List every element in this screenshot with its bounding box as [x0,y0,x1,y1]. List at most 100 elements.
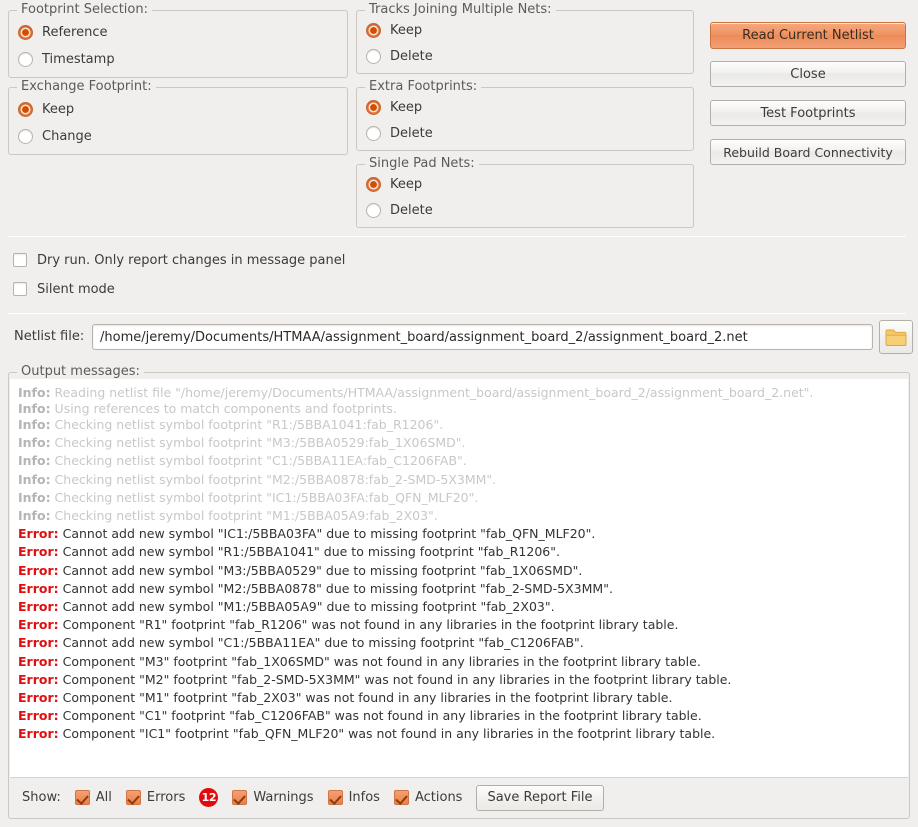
filter-errors[interactable]: Errors [125,790,185,805]
message-level: Error: [18,599,59,615]
radio-indicator [366,48,381,64]
message-text: Cannot add new symbol "M3:/5BBA0529" due… [58,562,583,578]
message-text: Checking netlist symbol footprint "M3:/5… [50,435,466,451]
message-row: Info: Checking netlist symbol footprint … [18,489,900,507]
message-text: Reading netlist file "/home/jeremy/Docum… [50,385,814,400]
message-level: Error: [18,671,59,687]
message-row: Info: Checking netlist symbol footprint … [18,471,900,489]
filter-actions[interactable]: Actions [393,790,462,805]
save-report-file-button[interactable]: Save Report File [476,784,604,811]
radio-indicator [18,24,33,40]
message-row: Info: Checking netlist symbol footprint … [18,452,900,470]
message-row: Info: Reading netlist file "/home/jeremy… [18,385,900,401]
message-level: Error: [18,635,59,651]
radio-indicator [366,125,381,141]
message-level: Error: [18,580,59,596]
netlist-file-field[interactable] [92,324,873,350]
checkbox-silent-mode[interactable]: Silent mode [13,280,115,298]
group-footprint-selection: Footprint Selection: Reference Timestamp [8,2,348,78]
message-level: Error: [18,544,59,560]
message-text: Checking netlist symbol footprint "M2:/5… [50,471,497,487]
message-row: Error: Cannot add new symbol "M1:/5BBA05… [18,598,900,616]
message-text: Component "M3" footprint "fab_1X06SMD" w… [58,653,701,669]
message-text: Component "R1" footprint "fab_R1206" was… [58,617,679,633]
radio-single-pad-nets-keep[interactable]: Keep [366,175,422,193]
message-row: Error: Cannot add new symbol "C1:/5BBA11… [18,634,900,652]
radio-indicator [18,51,33,67]
options-separator [8,313,906,314]
netlist-file-input[interactable] [98,328,867,346]
close-button[interactable]: Close [710,61,906,87]
message-level: Info: [18,489,51,505]
checkbox-dry-run[interactable]: Dry run. Only report changes in message … [13,251,345,269]
message-level: Info: [18,400,51,416]
message-row: Error: Component "R1" footprint "fab_R12… [18,616,900,634]
message-row: Error: Cannot add new symbol "M3:/5BBA05… [18,562,900,580]
radio-single-pad-nets-delete[interactable]: Delete [366,201,433,219]
message-row: Info: Checking netlist symbol footprint … [18,434,900,452]
radio-indicator [366,22,381,38]
group-extra-footprints: Extra Footprints: Keep Delete [356,79,694,151]
checkbox-indicator [232,790,248,805]
browse-netlist-button[interactable] [879,320,913,354]
filter-all[interactable]: All [74,790,112,805]
radio-tracks-joining-keep[interactable]: Keep [366,21,422,39]
message-text: Cannot add new symbol "M1:/5BBA05A9" due… [58,599,555,615]
filter-infos[interactable]: Infos [327,790,380,805]
message-text: Component "M2" footprint "fab_2-SMD-5X3M… [58,671,732,687]
filter-warnings[interactable]: Warnings [232,790,314,805]
checkbox-indicator [327,790,343,805]
message-text: Cannot add new symbol "IC1:/5BBA03FA" du… [58,526,596,542]
message-level: Info: [18,417,51,432]
message-row: Error: Cannot add new symbol "M2:/5BBA08… [18,580,900,598]
message-row: Info: Using references to match componen… [18,401,900,417]
message-level: Error: [18,617,59,633]
radio-extra-footprints-keep[interactable]: Keep [366,98,422,116]
message-row: Error: Component "C1" footprint "fab_C12… [18,707,900,725]
message-row: Error: Cannot add new symbol "IC1:/5BBA0… [18,525,900,543]
group-exchange-footprint-title: Exchange Footprint: [17,79,156,94]
message-filter-bar: Show: All Errors 12 Warnings Infos Actio [10,777,908,817]
radio-tracks-joining-delete[interactable]: Delete [366,47,433,65]
message-level: Info: [18,471,51,487]
message-level: Error: [18,726,59,742]
message-level: Info: [18,453,51,469]
radio-extra-footprints-delete[interactable]: Delete [366,124,433,142]
message-row: Error: Component "M1" footprint "fab_2X0… [18,689,900,707]
checkbox-indicator [393,790,409,805]
output-messages-panel: Output messages: Info: Reading netlist f… [8,364,910,819]
message-row: Error: Component "M2" footprint "fab_2-S… [18,671,900,689]
output-messages-title: Output messages: [17,364,144,379]
checkbox-indicator [13,253,27,267]
message-text: Using references to match components and… [50,400,397,416]
message-level: Error: [18,690,59,706]
output-messages-list[interactable]: Info: Reading netlist file "/home/jeremy… [10,379,908,777]
radio-indicator [366,176,381,192]
message-text: Component "M1" footprint "fab_2X03" was … [58,690,673,706]
group-single-pad-nets-title: Single Pad Nets: [365,156,479,171]
message-row: Info: Checking netlist symbol footprint … [18,416,900,434]
radio-exchange-footprint-change[interactable]: Change [18,127,92,145]
message-level: Info: [18,435,51,451]
message-level: Error: [18,708,59,724]
test-footprints-button[interactable]: Test Footprints [710,100,906,126]
radio-indicator [18,101,33,117]
folder-icon [885,329,907,346]
message-text: Cannot add new symbol "M2:/5BBA0878" due… [58,580,613,596]
message-row: Error: Component "M3" footprint "fab_1X0… [18,653,900,671]
radio-indicator [18,128,33,144]
group-tracks-joining-multiple-nets: Tracks Joining Multiple Nets: Keep Delet… [356,2,694,74]
group-tracks-joining-title: Tracks Joining Multiple Nets: [365,2,556,17]
radio-footprint-selection-timestamp[interactable]: Timestamp [18,50,115,68]
message-text: Checking netlist symbol footprint "C1:/5… [50,453,467,469]
message-text: Checking netlist symbol footprint "M1:/5… [50,508,438,524]
message-row: Error: Cannot add new symbol "R1:/5BBA10… [18,543,900,561]
rebuild-board-connectivity-button[interactable]: Rebuild Board Connectivity [710,139,906,165]
read-current-netlist-button[interactable]: Read Current Netlist [710,22,906,49]
radio-exchange-footprint-keep[interactable]: Keep [18,100,74,118]
error-count-badge: 12 [199,788,219,807]
message-text: Component "C1" footprint "fab_C1206FAB" … [58,708,702,724]
message-level: Error: [18,526,59,542]
radio-footprint-selection-reference[interactable]: Reference [18,23,107,41]
message-text: Cannot add new symbol "C1:/5BBA11EA" due… [58,635,584,651]
